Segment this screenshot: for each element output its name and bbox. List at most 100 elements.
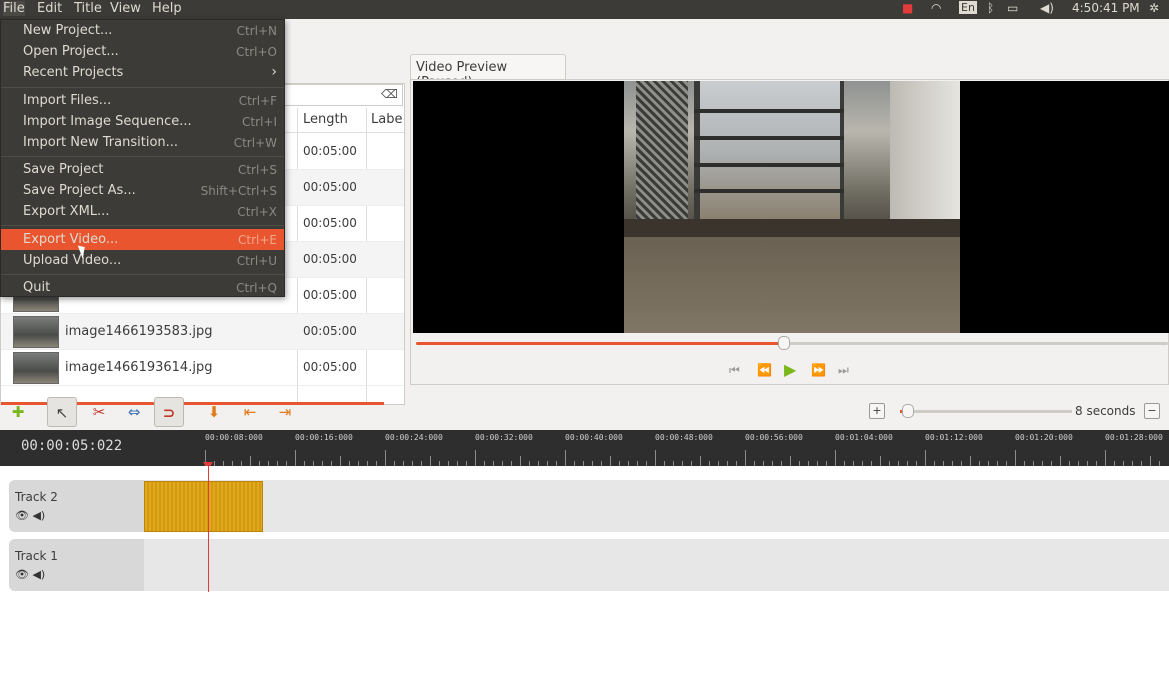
ruler-tick bbox=[250, 456, 251, 466]
ruler-tick-label: 00:01:20:000 bbox=[1015, 433, 1073, 442]
menu-item-save-project[interactable]: Save Project Ctrl+S bbox=[1, 159, 284, 180]
video-wall bbox=[890, 81, 960, 231]
system-gear-icon[interactable]: ✲ bbox=[1149, 1, 1159, 15]
file-row[interactable]: image1466193583.jpg 00:05:00 bbox=[1, 314, 404, 350]
jump-end-icon[interactable]: ⏭ bbox=[838, 363, 849, 378]
timeline-ruler[interactable]: 00:00:08:000 00:00:16:000 00:00:24:000 00:0… bbox=[205, 430, 1169, 466]
menu-edit[interactable]: Edit bbox=[37, 1, 62, 16]
record-icon[interactable]: ■ bbox=[902, 1, 913, 15]
menu-item-label: Upload Video... bbox=[23, 253, 122, 268]
menu-item-import-image-sequence[interactable]: Import Image Sequence... Ctrl+I bbox=[1, 111, 284, 132]
menu-item-import-transition[interactable]: Import New Transition... Ctrl+W bbox=[1, 132, 284, 153]
column-label[interactable]: Labe bbox=[371, 112, 402, 127]
video-frame-image bbox=[624, 81, 960, 333]
top-menu-bar: File Edit Title View Help ■ ◠ En ᛒ ▭ ◀) … bbox=[0, 0, 1169, 19]
menu-item-shortcut: Ctrl+S bbox=[237, 163, 277, 177]
seek-bar-progress bbox=[416, 342, 784, 345]
column-length[interactable]: Length bbox=[303, 112, 348, 127]
zoom-out-icon[interactable]: − bbox=[1144, 403, 1160, 419]
menu-item-export-xml[interactable]: Export XML... Ctrl+X bbox=[1, 201, 284, 222]
menu-item-label: Export XML... bbox=[23, 204, 110, 219]
menu-item-export-video[interactable]: Export Video... Ctrl+E bbox=[1, 229, 284, 250]
menu-item-open-project[interactable]: Open Project... Ctrl+O bbox=[1, 41, 284, 62]
tab-video-preview[interactable]: Video Preview (Paused) bbox=[410, 54, 566, 90]
menu-item-shortcut: Ctrl+X bbox=[237, 205, 277, 219]
resize-arrows-icon[interactable]: ⇔ bbox=[119, 397, 149, 427]
select-pointer-icon[interactable]: ↖ bbox=[47, 397, 77, 427]
file-thumbnail bbox=[13, 316, 59, 348]
menu-item-quit[interactable]: Quit Ctrl+Q bbox=[1, 277, 284, 298]
zoom-level-label: 8 seconds bbox=[1075, 404, 1136, 418]
menu-item-import-files[interactable]: Import Files... Ctrl+F bbox=[1, 90, 284, 111]
jump-start-icon[interactable]: ⏮ bbox=[729, 363, 740, 378]
ruler-tick-label: 00:00:48:000 bbox=[655, 433, 713, 442]
wifi-icon[interactable]: ◠ bbox=[931, 1, 941, 15]
video-canvas bbox=[413, 81, 1169, 333]
track-visibility-audio-icons[interactable]: 👁 ◀) bbox=[15, 568, 45, 581]
file-name: image1466193583.jpg bbox=[65, 324, 213, 339]
razor-cut-icon[interactable]: ✂ bbox=[84, 397, 114, 427]
timeline-ruler-bar: 00:00:05:022 00:00:08:000 00:00:16:000 00:… bbox=[0, 430, 1169, 466]
ruler-tick bbox=[835, 450, 836, 466]
ruler-tick-label: 00:00:32:000 bbox=[475, 433, 533, 442]
menu-item-save-project-as[interactable]: Save Project As... Shift+Ctrl+S bbox=[1, 180, 284, 201]
ruler-tick bbox=[700, 456, 701, 466]
timeline-tracks: Track 2 👁 ◀) Track 1 👁 ◀) bbox=[0, 466, 1169, 686]
ruler-tick bbox=[565, 450, 566, 466]
add-track-icon[interactable]: ✚ bbox=[3, 397, 33, 427]
bluetooth-icon[interactable]: ᛒ bbox=[987, 1, 994, 15]
file-length: 00:05:00 bbox=[303, 252, 357, 266]
snapping-magnet-icon[interactable]: ⊃ bbox=[154, 397, 184, 427]
menu-item-upload-video[interactable]: Upload Video... Ctrl+U bbox=[1, 250, 284, 271]
track-name: Track 1 bbox=[15, 549, 58, 563]
previous-marker-icon[interactable]: ⇤ bbox=[235, 397, 265, 427]
zoom-in-icon[interactable]: + bbox=[869, 403, 885, 419]
ruler-tick bbox=[520, 456, 521, 466]
add-marker-icon[interactable]: ⬇ bbox=[199, 397, 229, 427]
file-menu-dropdown: New Project... Ctrl+N Open Project... Ct… bbox=[0, 19, 285, 297]
zoom-slider[interactable] bbox=[900, 410, 1072, 413]
ruler-tick bbox=[475, 450, 476, 466]
zoom-slider-handle[interactable] bbox=[902, 404, 914, 418]
menu-item-label: Import New Transition... bbox=[23, 135, 179, 150]
playhead-line[interactable] bbox=[208, 466, 209, 592]
video-window-bar bbox=[694, 189, 844, 193]
clock[interactable]: 4:50:41 PM bbox=[1072, 1, 1140, 15]
file-name: image1466193614.jpg bbox=[65, 360, 213, 375]
timeline-clip[interactable] bbox=[144, 481, 263, 532]
menu-item-shortcut: Shift+Ctrl+S bbox=[200, 184, 277, 198]
files-filter-input[interactable]: ⌫ bbox=[281, 84, 403, 106]
menu-view[interactable]: View bbox=[110, 1, 141, 16]
file-row[interactable]: image1466193614.jpg 00:05:00 bbox=[1, 350, 404, 386]
menu-item-label: New Project... bbox=[23, 23, 113, 38]
menu-item-shortcut: Ctrl+O bbox=[236, 45, 277, 59]
clear-filter-icon[interactable]: ⌫ bbox=[381, 87, 398, 101]
fast-forward-icon[interactable]: ⏩ bbox=[811, 363, 826, 377]
next-marker-icon[interactable]: ⇥ bbox=[270, 397, 300, 427]
battery-icon[interactable]: ▭ bbox=[1007, 1, 1018, 15]
ruler-tick-label: 00:00:40:000 bbox=[565, 433, 623, 442]
track-visibility-audio-icons[interactable]: 👁 ◀) bbox=[15, 509, 45, 522]
seek-handle[interactable] bbox=[778, 336, 790, 350]
ruler-tick bbox=[340, 456, 341, 466]
menu-help[interactable]: Help bbox=[152, 1, 182, 16]
ruler-tick bbox=[925, 450, 926, 466]
menu-file[interactable]: File bbox=[3, 1, 25, 16]
ruler-tick bbox=[610, 456, 611, 466]
keyboard-layout-indicator[interactable]: En bbox=[959, 1, 977, 14]
ruler-tick bbox=[655, 450, 656, 466]
menu-item-new-project[interactable]: New Project... Ctrl+N bbox=[1, 20, 284, 41]
ruler-tick-label: 00:01:28:000 bbox=[1105, 433, 1163, 442]
menu-item-label: Save Project bbox=[23, 162, 104, 177]
file-length: 00:05:00 bbox=[303, 324, 357, 338]
menu-item-recent-projects[interactable]: Recent Projects › bbox=[1, 62, 284, 83]
ruler-tick bbox=[295, 450, 296, 466]
volume-icon[interactable]: ◀) bbox=[1040, 1, 1054, 15]
track-1[interactable]: Track 1 👁 ◀) bbox=[9, 539, 1169, 591]
ruler-tick-label: 00:00:16:000 bbox=[295, 433, 353, 442]
menu-title[interactable]: Title bbox=[74, 1, 102, 16]
rewind-icon[interactable]: ⏪ bbox=[757, 363, 772, 377]
play-icon[interactable]: ▶ bbox=[784, 360, 796, 379]
file-length: 00:05:00 bbox=[303, 144, 357, 158]
menu-item-label: Import Files... bbox=[23, 93, 112, 108]
